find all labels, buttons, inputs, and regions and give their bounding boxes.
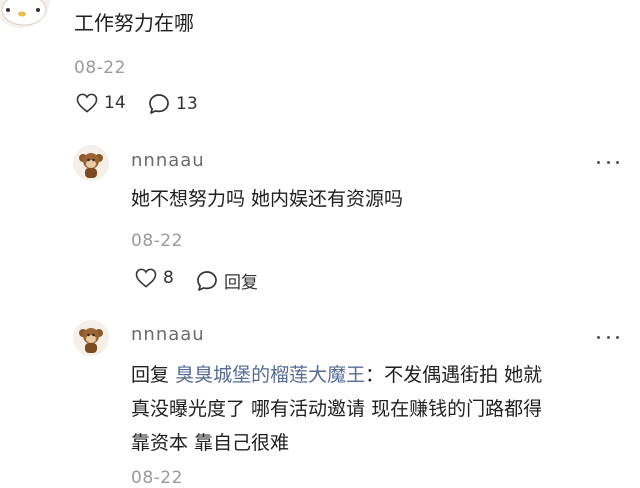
speech-bubble-icon bbox=[197, 270, 217, 291]
reply-button[interactable]: 回复 bbox=[196, 268, 258, 293]
more-options-button[interactable] bbox=[597, 332, 619, 342]
heart-outline-icon bbox=[135, 268, 157, 288]
avatar[interactable] bbox=[0, 0, 50, 28]
like-count: 8 bbox=[163, 268, 174, 288]
reply-line-3: 靠资本 靠自己很难 bbox=[131, 432, 290, 454]
reply-label: 回复 bbox=[224, 273, 258, 293]
ellipsis-dot bbox=[616, 160, 619, 164]
avatar[interactable] bbox=[73, 320, 109, 356]
comment-date: 08-22 bbox=[74, 58, 126, 78]
reply-line-1: 回复 臭臭城堡的榴莲大魔王：不发偶遇街拍 她就 bbox=[131, 358, 631, 392]
reply-text: 回复 臭臭城堡的榴莲大魔王：不发偶遇街拍 她就 真没曝光度了 哪有活动邀请 现在… bbox=[131, 358, 631, 460]
cat-avatar-icon bbox=[0, 0, 50, 28]
reply-date: 08-22 bbox=[131, 468, 183, 488]
reply-line-1-rest: ：不发偶遇街拍 她就 bbox=[365, 364, 543, 386]
ellipsis-icon bbox=[597, 335, 600, 339]
speech-bubble-icon bbox=[149, 94, 169, 114]
ellipsis-dot bbox=[606, 335, 610, 339]
ellipsis-dot bbox=[606, 160, 610, 164]
ellipsis-icon bbox=[597, 160, 600, 164]
monkey-avatar-icon bbox=[73, 145, 109, 181]
reply-date: 08-22 bbox=[131, 231, 183, 251]
mention-link[interactable]: 臭臭城堡的榴莲大魔王 bbox=[175, 364, 365, 386]
like-count: 14 bbox=[104, 93, 126, 113]
username[interactable]: nnnaau bbox=[131, 150, 205, 171]
monkey-avatar-icon bbox=[73, 320, 109, 356]
reply-line-2: 真没曝光度了 哪有活动邀请 现在赚钱的门路都得 bbox=[131, 398, 543, 420]
heart-outline-icon bbox=[76, 93, 98, 113]
comment-button[interactable]: 13 bbox=[148, 93, 198, 115]
like-button[interactable]: 8 bbox=[135, 268, 174, 288]
ellipsis-dot bbox=[616, 335, 619, 339]
avatar[interactable] bbox=[73, 145, 109, 181]
reply-text: 她不想努力吗 她内娱还有资源吗 bbox=[131, 188, 404, 210]
username[interactable]: nnnaau bbox=[131, 324, 205, 345]
like-button[interactable]: 14 bbox=[76, 93, 126, 113]
more-options-button[interactable] bbox=[597, 157, 619, 167]
comment-count: 13 bbox=[176, 94, 198, 114]
reply-prefix: 回复 bbox=[131, 364, 170, 386]
comment-text: 工作努力在哪 bbox=[74, 11, 194, 35]
